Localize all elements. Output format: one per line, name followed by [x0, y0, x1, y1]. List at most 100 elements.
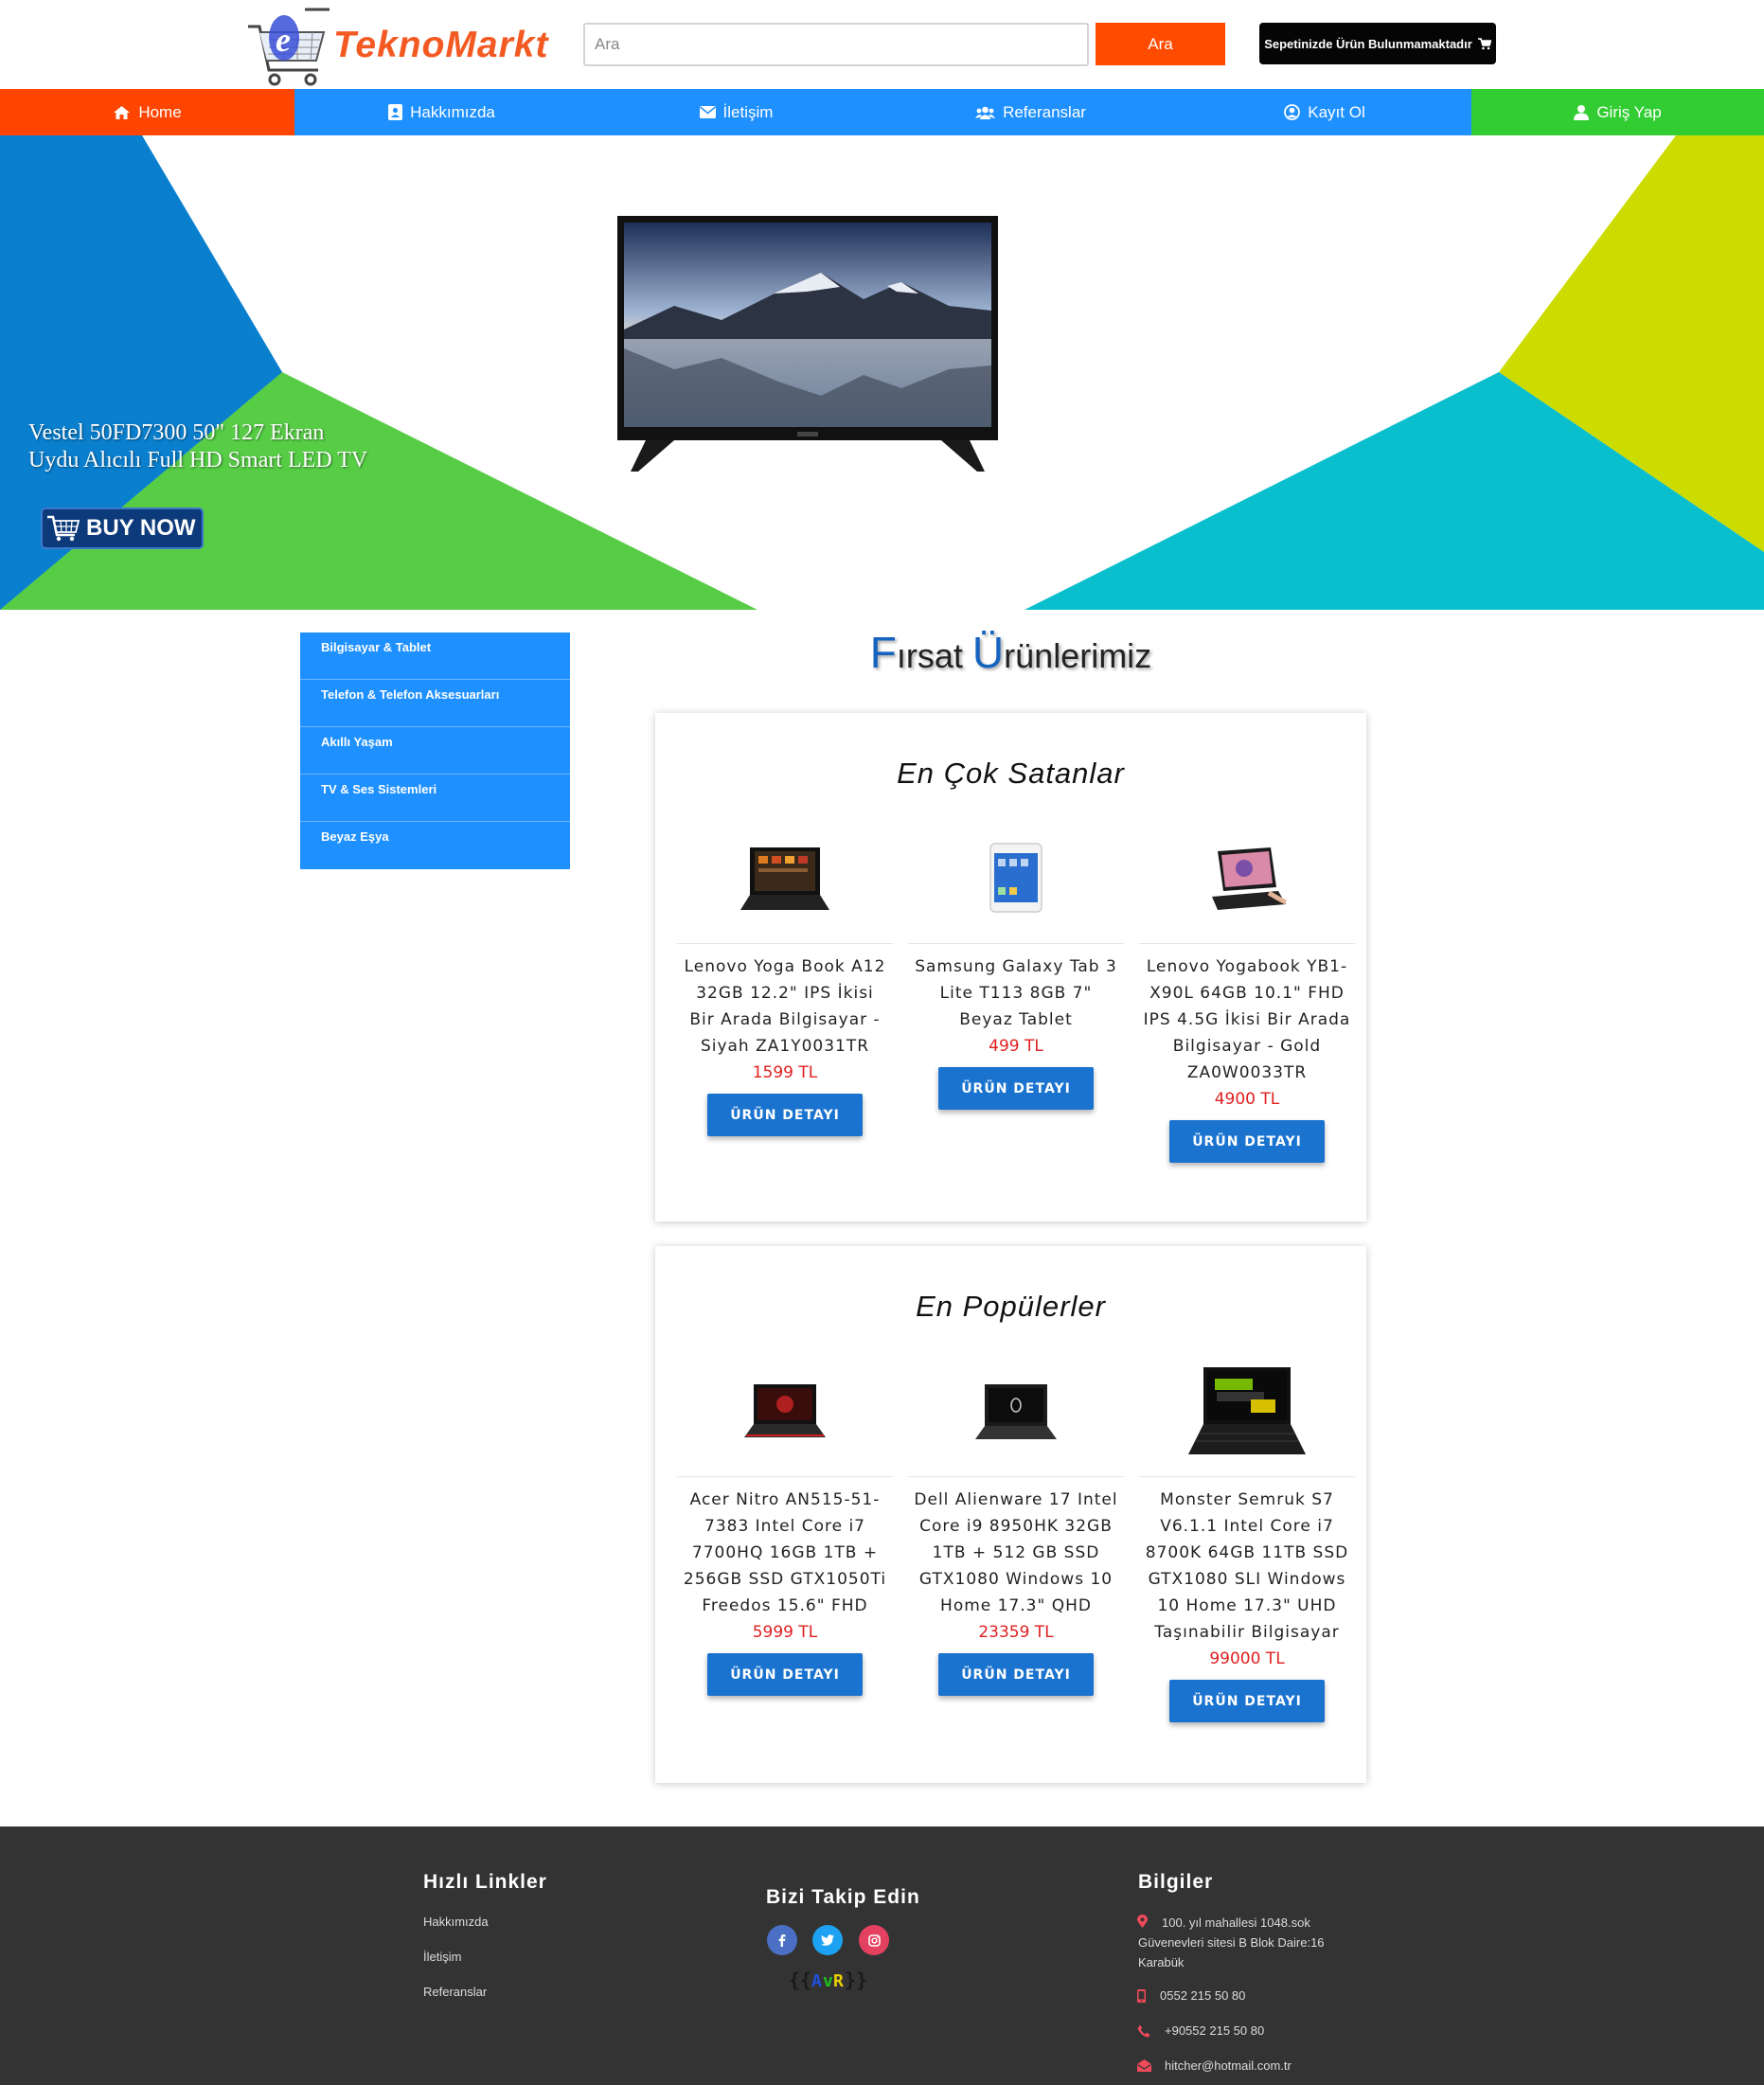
- product-detail-button[interactable]: ÜRÜN DETAYI: [938, 1067, 1094, 1110]
- cart-button[interactable]: Sepetinizde Ürün Bulunmamaktadır: [1259, 23, 1496, 64]
- address-line3: Karabük: [1138, 1955, 1185, 1969]
- product-detail-button[interactable]: ÜRÜN DETAYI: [1169, 1120, 1325, 1163]
- product-card: Lenovo Yogabook YB1-X90L 64GB 10.1" FHD …: [1139, 830, 1355, 1163]
- header: e TeknoMarkt Ara Sepetinizde Ürün Bulunm…: [0, 0, 1764, 89]
- user-icon: [1574, 105, 1590, 120]
- phone-mobile[interactable]: 0552 215 50 80: [1160, 1986, 1245, 2005]
- hero-caption: Vestel 50FD7300 50" 127 Ekran Uydu Alıcı…: [28, 419, 426, 474]
- page-title: Fırsat Ürünlerimiz: [655, 627, 1366, 678]
- best-sellers-title: En Çok Satanlar: [897, 757, 1125, 790]
- title-cap-u: Ü: [971, 628, 1005, 677]
- best-sellers-section: En Çok Satanlar Lenovo Yoga Book A12 32G…: [655, 713, 1366, 1221]
- nav-giris-yap-label: Giriş Yap: [1596, 102, 1662, 121]
- nav-home[interactable]: Home: [0, 89, 294, 135]
- tablet-image: [989, 843, 1042, 913]
- search-button[interactable]: Ara: [1096, 23, 1225, 65]
- buy-now-button[interactable]: BUY NOW: [41, 508, 204, 549]
- hero-caption-line2: Uydu Alıcılı Full HD Smart LED TV: [28, 448, 368, 472]
- category-sidebar: Bilgisayar & Tablet Telefon & Telefon Ak…: [300, 633, 570, 869]
- svg-text:{{: {{: [789, 1969, 811, 1991]
- svg-text:R: R: [833, 1971, 844, 1991]
- svg-text:e: e: [276, 21, 291, 59]
- logo-text: TeknoMarkt: [333, 25, 549, 65]
- product-thumb[interactable]: [1139, 830, 1355, 944]
- product-detail-button[interactable]: ÜRÜN DETAYI: [1169, 1680, 1325, 1722]
- footer-link-iletisim[interactable]: İletişim: [423, 1950, 461, 1964]
- info-title: Bilgiler: [1138, 1871, 1214, 1893]
- product-detail-button[interactable]: ÜRÜN DETAYI: [707, 1653, 863, 1696]
- nav-referanslar-label: Referanslar: [1003, 102, 1086, 121]
- monster-laptop-image: [1188, 1367, 1306, 1454]
- product-detail-button[interactable]: ÜRÜN DETAYI: [938, 1653, 1094, 1696]
- product-thumb[interactable]: [908, 830, 1124, 944]
- acer-laptop-image: [744, 1384, 826, 1437]
- user-circle-icon: [1284, 104, 1301, 120]
- product-price: 23359 TL: [978, 1623, 1054, 1642]
- product-name[interactable]: Dell Alienware 17 Intel Core i9 8950HK 3…: [908, 1487, 1124, 1619]
- users-icon: [975, 106, 996, 119]
- popular-title: En Popülerler: [916, 1290, 1106, 1323]
- product-name[interactable]: Samsung Galaxy Tab 3 Lite T113 8GB 7" Be…: [908, 953, 1124, 1033]
- instagram-icon: [867, 1934, 881, 1947]
- hero-banner: Vestel 50FD7300 50" 127 Ekran Uydu Alıcı…: [0, 135, 1764, 610]
- sidebar-item-akilli-yasam[interactable]: Akıllı Yaşam: [300, 727, 570, 775]
- product-thumb[interactable]: [677, 1363, 893, 1477]
- product-detail-button[interactable]: ÜRÜN DETAYI: [707, 1094, 863, 1136]
- nav-kayit-ol[interactable]: Kayıt Ol: [1178, 89, 1471, 135]
- product-price: 5999 TL: [752, 1623, 818, 1642]
- cart-label: Sepetinizde Ürün Bulunmamaktadır: [1264, 36, 1472, 51]
- tv-product-image: [617, 216, 998, 472]
- nav-hakkimizda[interactable]: Hakkımızda: [294, 89, 589, 135]
- buy-now-label: BUY NOW: [86, 515, 196, 541]
- yogabook-image: [1212, 847, 1288, 910]
- laptop-image: [740, 847, 829, 910]
- product-price: 499 TL: [989, 1037, 1043, 1056]
- nav-referanslar[interactable]: Referanslar: [883, 89, 1178, 135]
- product-thumb[interactable]: [677, 830, 893, 944]
- map-marker-icon: [1137, 1915, 1148, 1928]
- address-line2: Güvenevleri sitesi B Blok Daire:16: [1138, 1935, 1325, 1950]
- product-thumb[interactable]: [908, 1363, 1124, 1477]
- alienware-laptop-image: [975, 1384, 1057, 1439]
- title-part1: ırsat: [896, 636, 972, 675]
- product-price: 99000 TL: [1209, 1649, 1285, 1668]
- search-input[interactable]: [583, 23, 1089, 66]
- product-card: Acer Nitro AN515-51-7383 Intel Core i7 7…: [677, 1363, 893, 1696]
- product-card: Dell Alienware 17 Intel Core i9 8950HK 3…: [908, 1363, 1124, 1696]
- product-name[interactable]: Lenovo Yoga Book A12 32GB 12.2" IPS İkis…: [677, 953, 893, 1060]
- email-address[interactable]: hitcher@hotmail.com.tr: [1165, 2056, 1292, 2076]
- product-card: Samsung Galaxy Tab 3 Lite T113 8GB 7" Be…: [908, 830, 1124, 1110]
- title-part2: rünlerimiz: [1004, 636, 1152, 675]
- svg-text:A: A: [811, 1971, 822, 1991]
- quick-links-title: Hızlı Linkler: [423, 1871, 547, 1893]
- nav-giris-yap[interactable]: Giriş Yap: [1471, 89, 1764, 135]
- main-nav: Home Hakkımızda İletişim Referanslar Kay…: [0, 89, 1764, 135]
- nav-iletisim[interactable]: İletişim: [589, 89, 883, 135]
- hero-caption-line1: Vestel 50FD7300 50" 127 Ekran: [28, 420, 325, 445]
- product-thumb[interactable]: [1139, 1363, 1355, 1477]
- follow-title: Bizi Takip Edin: [766, 1886, 920, 1908]
- product-name[interactable]: Monster Semruk S7 V6.1.1 Intel Core i7 8…: [1139, 1487, 1355, 1646]
- basket-icon: [47, 515, 80, 542]
- home-icon: [114, 105, 131, 119]
- phone-icon: [1137, 2024, 1150, 2038]
- facebook-icon: [778, 1934, 786, 1947]
- contact-card-icon: [388, 104, 403, 120]
- popular-section: En Popülerler Acer Nitro AN515-51-7383 I…: [655, 1246, 1366, 1783]
- footer-link-referanslar[interactable]: Referanslar: [423, 1985, 487, 1999]
- product-name[interactable]: Lenovo Yogabook YB1-X90L 64GB 10.1" FHD …: [1139, 953, 1355, 1086]
- footer-link-hakkimizda[interactable]: Hakkımızda: [423, 1915, 489, 1929]
- instagram-button[interactable]: [859, 1925, 889, 1955]
- twitter-button[interactable]: [812, 1925, 843, 1955]
- product-name[interactable]: Acer Nitro AN515-51-7383 Intel Core i7 7…: [677, 1487, 893, 1619]
- sidebar-item-telefon[interactable]: Telefon & Telefon Aksesuarları: [300, 680, 570, 727]
- sidebar-item-bilgisayar-tablet[interactable]: Bilgisayar & Tablet: [300, 633, 570, 680]
- twitter-icon: [821, 1934, 834, 1946]
- product-price: 4900 TL: [1214, 1090, 1280, 1109]
- sidebar-item-beyaz-esya[interactable]: Beyaz Eşya: [300, 822, 570, 869]
- sidebar-item-tv-ses[interactable]: TV & Ses Sistemleri: [300, 775, 570, 822]
- phone-landline[interactable]: +90552 215 50 80: [1165, 2021, 1264, 2040]
- logo[interactable]: e TeknoMarkt: [246, 6, 549, 91]
- facebook-button[interactable]: [767, 1925, 797, 1955]
- envelope-icon: [699, 106, 716, 118]
